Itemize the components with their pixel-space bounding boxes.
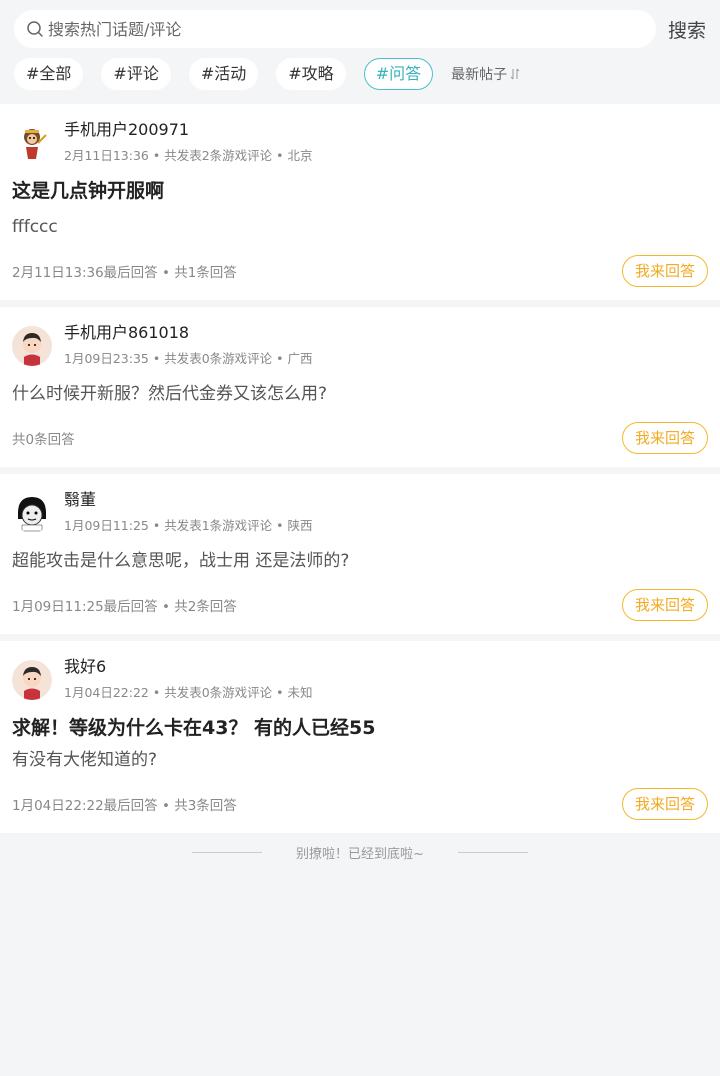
end-of-list-text: 别撩啦！已经到底啦~ xyxy=(296,846,424,862)
sort-dropdown[interactable]: 最新帖子 xyxy=(451,64,520,84)
tag-guides[interactable]: #攻略 xyxy=(276,58,346,90)
tag-all[interactable]: #全部 xyxy=(14,58,84,90)
post-footer-info: 1月04日22:22最后回答 • 共3条回答 xyxy=(12,798,237,814)
answer-button[interactable]: 我来回答 xyxy=(621,255,708,287)
user-name[interactable]: 翳董 xyxy=(64,488,312,512)
post-meta: 1月09日23:35 • 共发表0条游戏评论 • 广西 xyxy=(64,351,313,366)
post-footer: 共0条回答 我来回答 xyxy=(12,409,708,467)
post-title[interactable]: 这是几点钟开服啊 xyxy=(12,176,708,206)
post-card[interactable]: 手机用户861018 1月09日23:35 • 共发表0条游戏评论 • 广西 什… xyxy=(0,307,720,467)
divider xyxy=(192,851,263,853)
monkey-avatar-icon xyxy=(12,123,52,163)
post-meta: 1月09日11:25 • 共发表1条游戏评论 • 陕西 xyxy=(64,518,313,533)
end-of-list: 别撩啦！已经到底啦~ xyxy=(0,833,720,871)
search-row: 搜索 xyxy=(14,10,706,48)
post-meta: 1月04日22:22 • 共发表0条游戏评论 • 未知 xyxy=(64,685,313,700)
sort-label: 最新帖子 xyxy=(451,67,508,83)
post-content[interactable]: 有没有大佬知道的? xyxy=(12,745,708,775)
monkey-avatar[interactable] xyxy=(12,123,52,163)
user-name[interactable]: 我好6 xyxy=(64,655,312,679)
answer-button[interactable]: 我来回答 xyxy=(621,422,708,454)
answer-button[interactable]: 我来回答 xyxy=(621,589,708,621)
user-name[interactable]: 手机用户861018 xyxy=(64,321,312,345)
tag-filter-row: #全部 #评论 #活动 #攻略 #问答 最新帖子 xyxy=(14,58,706,90)
search-button[interactable]: 搜索 xyxy=(668,16,706,43)
post-card[interactable]: 手机用户200971 2月11日13:36 • 共发表2条游戏评论 • 北京 这… xyxy=(0,104,720,300)
user-name[interactable]: 手机用户200971 xyxy=(64,118,312,142)
post-header: 手机用户861018 1月09日23:35 • 共发表0条游戏评论 • 广西 xyxy=(12,321,708,367)
post-footer-info: 1月09日11:25最后回答 • 共2条回答 xyxy=(12,599,237,615)
post-card[interactable]: 我好6 1月04日22:22 • 共发表0条游戏评论 • 未知 求解！等级为什么… xyxy=(0,641,720,833)
meme-avatar-icon xyxy=(12,493,52,533)
post-footer-info: 共0条回答 xyxy=(12,432,75,448)
post-card[interactable]: 翳董 1月09日11:25 • 共发表1条游戏评论 • 陕西 超能攻击是什么意思… xyxy=(0,474,720,634)
tag-events[interactable]: #活动 xyxy=(188,58,259,90)
top-bar: 搜索 #全部 #评论 #活动 #攻略 #问答 最新帖子 xyxy=(0,0,720,104)
tag-comments[interactable]: #评论 xyxy=(101,58,171,90)
post-header: 翳董 1月09日11:25 • 共发表1条游戏评论 • 陕西 xyxy=(12,488,708,534)
post-content[interactable]: 超能攻击是什么意思呢，战士用 还是法师的? xyxy=(12,546,708,576)
meme-avatar[interactable] xyxy=(12,493,52,533)
post-content[interactable]: fffccc xyxy=(12,212,708,242)
post-footer: 1月04日22:22最后回答 • 共3条回答 我来回答 xyxy=(12,775,708,833)
post-header: 我好6 1月04日22:22 • 共发表0条游戏评论 • 未知 xyxy=(12,655,708,701)
search-box[interactable] xyxy=(14,10,656,48)
divider xyxy=(457,851,528,853)
sort-arrows-icon xyxy=(510,68,520,80)
answer-button[interactable]: 我来回答 xyxy=(621,788,708,820)
boy-avatar[interactable] xyxy=(12,326,52,366)
boy-avatar-icon xyxy=(12,660,52,700)
search-icon xyxy=(27,21,43,37)
post-footer: 1月09日11:25最后回答 • 共2条回答 我来回答 xyxy=(12,576,708,634)
boy-avatar-icon xyxy=(12,326,52,366)
tag-qa[interactable]: #问答 xyxy=(363,58,434,90)
post-header: 手机用户200971 2月11日13:36 • 共发表2条游戏评论 • 北京 xyxy=(12,118,708,164)
post-footer-info: 2月11日13:36最后回答 • 共1条回答 xyxy=(12,265,237,281)
search-input[interactable] xyxy=(48,19,608,39)
post-title[interactable]: 求解！等级为什么卡在43？ 有的人已经55 xyxy=(12,713,708,743)
post-footer: 2月11日13:36最后回答 • 共1条回答 我来回答 xyxy=(12,242,708,300)
post-meta: 2月11日13:36 • 共发表2条游戏评论 • 北京 xyxy=(64,148,313,163)
boy-avatar[interactable] xyxy=(12,660,52,700)
post-content[interactable]: 什么时候开新服？然后代金券又该怎么用? xyxy=(12,379,708,409)
